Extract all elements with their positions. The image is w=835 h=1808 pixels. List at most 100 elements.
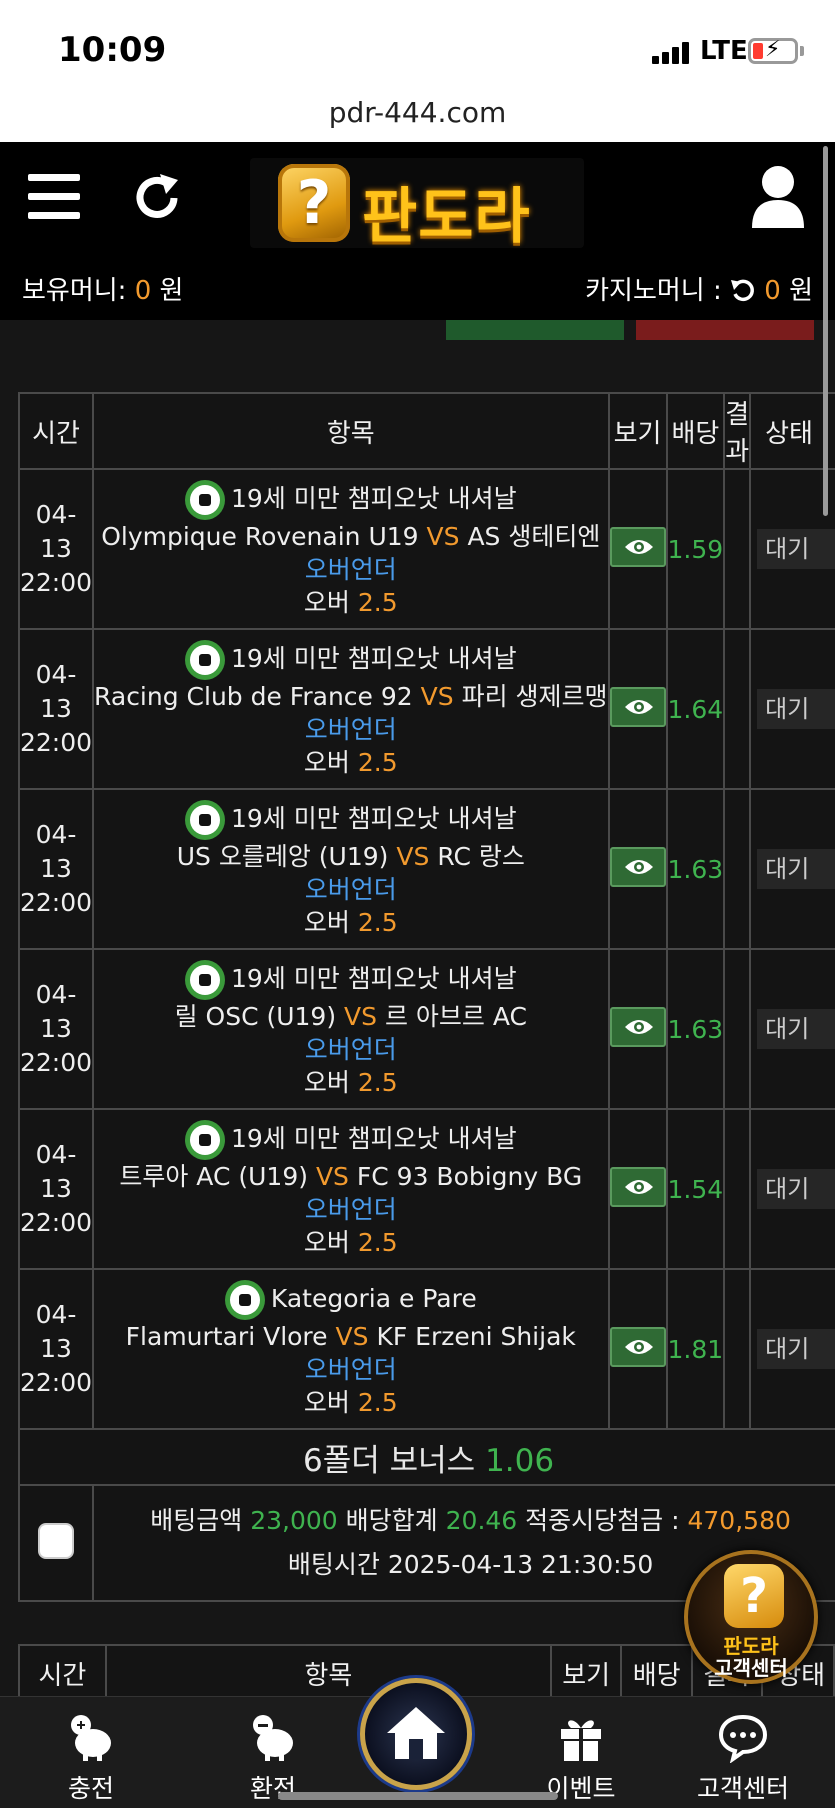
signal-icon (652, 42, 696, 64)
user-icon[interactable] (748, 164, 808, 230)
scrollbar[interactable] (823, 146, 828, 516)
nav-deposit[interactable]: 충전 (31, 1697, 151, 1808)
menu-icon[interactable] (28, 174, 82, 220)
view-cell (607, 468, 668, 630)
home-team: 릴 OSC (U19) (174, 1001, 337, 1031)
result-cell (723, 628, 752, 790)
tab-bar-green[interactable] (446, 320, 624, 340)
home-team: 트루아 AC (U19) (119, 1161, 308, 1191)
odds-cell: 1.59 (665, 468, 726, 630)
market-name: 오버언더 (304, 874, 397, 904)
vs-label: VS (335, 1321, 369, 1351)
tab-indicator-bars (0, 320, 835, 340)
payout-label: 적중시당첨금 : (525, 1506, 680, 1535)
tab-bar-red[interactable] (636, 320, 814, 340)
piggy-plus-icon (71, 1715, 111, 1761)
soccer-ball-icon (224, 1279, 265, 1320)
item-cell: 19세 미만 챔피오낫 내셔날 Olympique Rovenain U19 VS… (92, 468, 610, 630)
soccer-ball-icon (184, 639, 225, 680)
time-cell: 04-13 22:00 (17, 948, 95, 1110)
nav-home[interactable] (360, 1678, 472, 1790)
view-cell (607, 1268, 668, 1430)
vs-label: VS (426, 521, 460, 551)
pick-line: 2.5 (357, 1387, 398, 1417)
table-row: 04-13 22:00 19세 미만 챔피오낫 내셔날 릴 OSC (U19) VS … (17, 948, 835, 1110)
site-logo[interactable]: ? 판도라 (250, 158, 584, 252)
status-badge: 대기 (757, 849, 835, 889)
pick-name: 오버 (303, 747, 350, 777)
league-name: 19세 미만 챔피오낫 내셔날 (230, 963, 517, 993)
balance-currency: 원 (159, 276, 184, 306)
pick-name: 오버 (303, 1387, 350, 1417)
nav-deposit-label: 충전 (67, 1774, 114, 1803)
network-label: LTE (700, 36, 748, 66)
result-cell (723, 1108, 752, 1270)
refresh-icon[interactable] (130, 170, 186, 226)
logo-badge-icon: ? (278, 164, 350, 242)
item-cell: Kategoria e Pare Flamurtari Vlore VS KF E… (92, 1268, 610, 1430)
customer-center-float-button[interactable]: ? 판도라 고객센터 (684, 1550, 818, 1684)
status-bar: 10:09 LTE ⚡ (0, 0, 835, 96)
status-badge: 대기 (757, 1169, 835, 1209)
balance-value: 0 (134, 276, 152, 306)
table-row: 04-13 22:00 19세 미만 챔피오낫 내셔날 트루아 AC (U19) VS… (17, 1108, 835, 1270)
odds-cell: 1.63 (665, 788, 726, 950)
time-cell: 04-13 22:00 (17, 628, 95, 790)
table-row: 04-13 22:00 19세 미만 챔피오낫 내셔날 Olympique Roven… (17, 468, 835, 630)
market-name: 오버언더 (304, 714, 397, 744)
table-row: 04-13 22:00 Kategoria e Pare Flamurtari Vlo… (17, 1268, 835, 1430)
piggy-minus-icon (253, 1715, 293, 1761)
view-cell (607, 1108, 668, 1270)
home-team: Flamurtari Vlore (125, 1321, 328, 1351)
status-time: 10:09 (58, 30, 167, 70)
url-bar[interactable]: pdr-444.com (0, 96, 835, 142)
casino-value: 0 (764, 276, 781, 306)
odds-cell: 1.63 (665, 948, 726, 1110)
match-date: 04-13 (35, 500, 77, 563)
pick-name: 오버 (303, 1067, 350, 1097)
nav-customer-center[interactable]: 고객센터 (683, 1697, 803, 1808)
select-checkbox[interactable] (38, 1523, 75, 1559)
home-icon (387, 1707, 445, 1759)
eye-icon (624, 1180, 653, 1194)
header-view: 보기 (549, 1644, 623, 1702)
home-team: Racing Club de France 92 (94, 681, 413, 711)
view-button[interactable] (609, 1007, 666, 1047)
header-result: 결과 (723, 392, 752, 470)
site-header: ? 판도라 보유머니: 0 원 카지노머니 : 0 원 (0, 142, 835, 320)
view-cell (607, 788, 668, 950)
market-name: 오버언더 (304, 554, 397, 584)
result-cell (723, 468, 752, 630)
result-cell (723, 1268, 752, 1430)
away-team: FC 93 Bobigny BG (356, 1161, 583, 1191)
item-cell: 19세 미만 챔피오낫 내셔날 Racing Club de France 92 … (92, 628, 610, 790)
bet-amount: 23,000 (250, 1506, 338, 1535)
soccer-ball-icon (184, 959, 225, 1000)
away-team: KF Erzeni Shijak (376, 1321, 576, 1351)
bonus-value: 1.06 (485, 1442, 555, 1479)
battery-icon: ⚡ (748, 37, 798, 64)
view-button[interactable] (609, 1327, 666, 1367)
league-name: Kategoria e Pare (270, 1283, 477, 1313)
view-button[interactable] (609, 687, 666, 727)
header-time: 시간 (18, 1644, 107, 1702)
item-cell: 19세 미만 챔피오낫 내셔날 트루아 AC (U19) VS FC 93 Bob… (92, 1108, 610, 1270)
status-cell: 대기 (749, 1108, 835, 1270)
view-button[interactable] (609, 527, 666, 567)
bet-amount-label: 배팅금액 (150, 1506, 243, 1535)
view-button[interactable] (609, 1167, 666, 1207)
view-button[interactable] (609, 847, 666, 887)
casino-refresh-icon[interactable] (730, 276, 764, 306)
pick-line: 2.5 (357, 907, 398, 937)
league-name: 19세 미만 챔피오낫 내셔날 (230, 483, 517, 513)
item-cell: 19세 미만 챔피오낫 내셔날 릴 OSC (U19) VS 르 아브르 AC 오버… (92, 948, 610, 1110)
match-time: 22:00 (20, 1208, 93, 1237)
match-time: 22:00 (20, 568, 93, 597)
market-name: 오버언더 (304, 1194, 397, 1224)
pick-name: 오버 (303, 1227, 350, 1257)
status-cell: 대기 (749, 628, 835, 790)
status-badge: 대기 (757, 1329, 835, 1369)
table-row: 04-13 22:00 19세 미만 챔피오낫 내셔날 US 오를레앙 (U19) V… (17, 788, 835, 950)
time-cell: 04-13 22:00 (17, 1268, 95, 1430)
select-cell (17, 1484, 95, 1602)
